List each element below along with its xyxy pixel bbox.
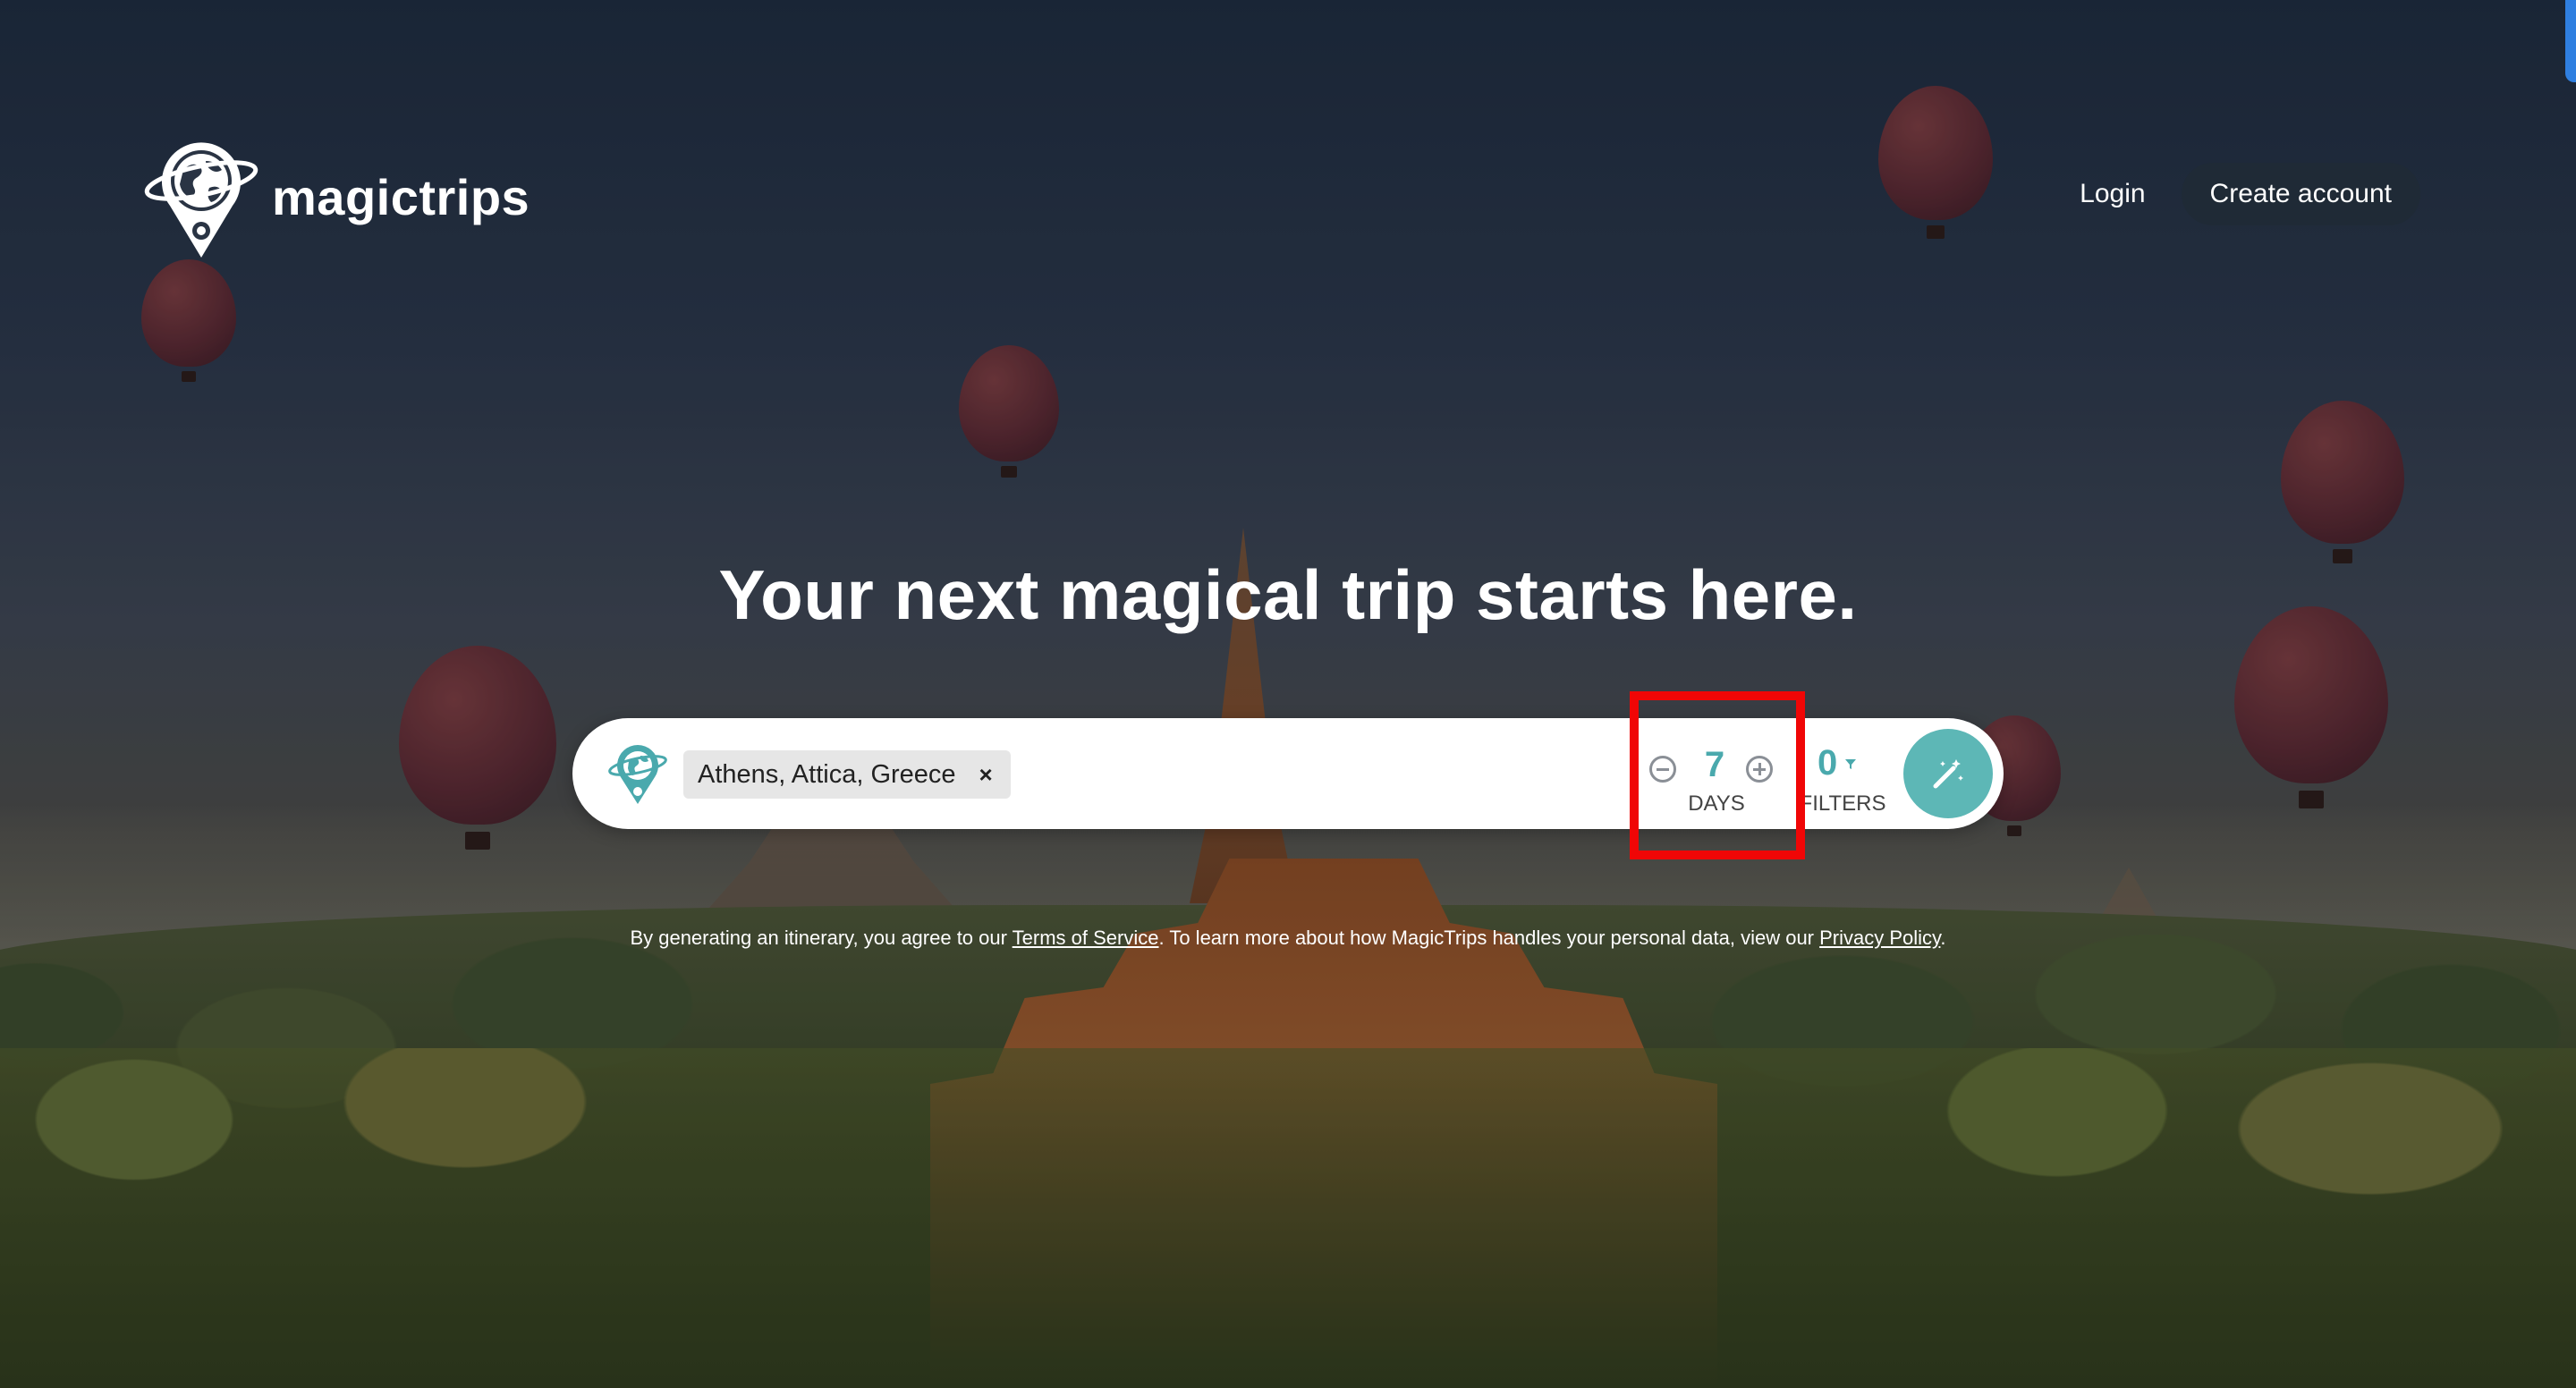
destination-chip-label: Athens, Attica, Greece <box>698 759 956 789</box>
privacy-policy-link[interactable]: Privacy Policy <box>1819 927 1940 949</box>
magic-wand-icon <box>1933 759 1963 789</box>
brand-logo[interactable]: magictrips <box>143 134 530 259</box>
hero-title: Your next magical trip starts here. <box>718 555 1858 634</box>
filters-button[interactable]: 0 FILTERS <box>1798 743 1886 816</box>
legal-middle: . To learn more about how MagicTrips han… <box>1158 927 1820 949</box>
filters-count: 0 <box>1818 743 1838 783</box>
legal-suffix: . <box>1940 927 1946 949</box>
filter-funnel-icon <box>1845 759 1856 769</box>
close-icon[interactable]: × <box>979 761 993 789</box>
destination-chip: Athens, Attica, Greece × <box>683 750 1011 799</box>
login-link[interactable]: Login <box>2080 179 2145 209</box>
days-highlight-box <box>1630 691 1805 859</box>
legal-prefix: By generating an itinerary, you agree to… <box>630 927 1013 949</box>
generate-itinerary-button[interactable] <box>1903 729 1993 818</box>
filters-label: FILTERS <box>1799 791 1886 816</box>
globe-pin-logo-icon <box>144 142 258 258</box>
create-account-button[interactable]: Create account <box>2181 163 2420 225</box>
globe-pin-icon <box>608 745 667 804</box>
top-nav: Login Create account <box>2080 163 2420 225</box>
brand-name: magictrips <box>272 168 530 225</box>
terms-of-service-link[interactable]: Terms of Service <box>1013 927 1159 949</box>
edge-tab[interactable] <box>2565 0 2576 82</box>
legal-notice: By generating an itinerary, you agree to… <box>0 927 2576 950</box>
